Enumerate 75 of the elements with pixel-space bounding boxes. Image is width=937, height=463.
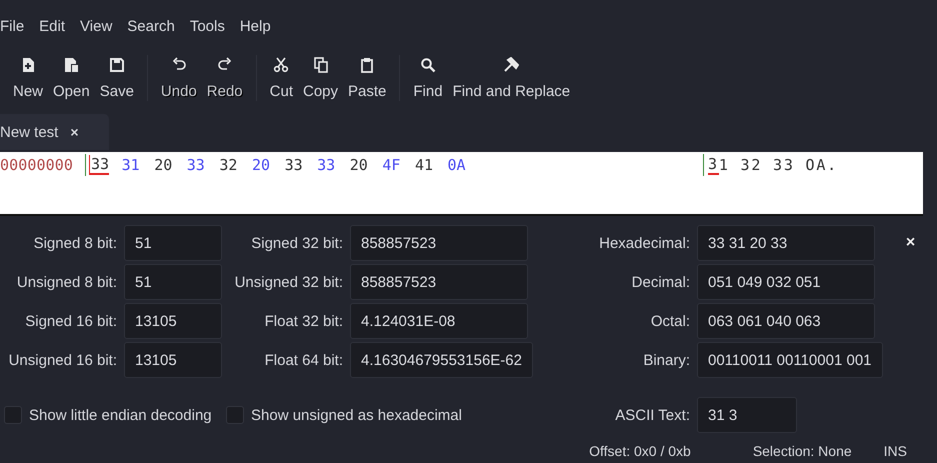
hex-byte[interactable]: 33 [317,156,336,174]
toolbar-button[interactable]: New [8,56,48,100]
checkbox[interactable] [4,406,22,424]
hex-byte[interactable]: 31 [122,156,140,174]
field-label: Signed 16 bit: [25,312,117,330]
field-label: Hexadecimal: [599,234,690,252]
offset-label: 00000000 [0,156,74,174]
toolbar-button[interactable]: Open [48,56,95,100]
document-tab[interactable]: New test × [0,114,109,150]
new-file-icon [20,56,36,72]
field-label: Unsigned 32 bit: [234,274,343,290]
toolbar-button[interactable]: Save [94,56,139,100]
hex-byte[interactable]: 20 [252,156,270,174]
value-field[interactable]: 13105 [124,303,222,339]
value-field[interactable]: 33 31 20 33 [697,225,875,261]
clipboard-icon [359,56,376,72]
hex-byte[interactable]: 20 [350,156,368,174]
value-field[interactable]: 4.124031E-08 [350,303,528,339]
hex-byte[interactable]: 20 [154,156,172,174]
hex-byte[interactable]: 0A [448,156,466,174]
hex-byte[interactable]: 32 [219,156,238,174]
toolbar-button[interactable]: Cut [264,56,298,100]
value-field[interactable]: 51 [124,225,222,261]
value-field[interactable]: 051 049 032 051 [697,264,875,300]
checkbox-label[interactable]: Show unsigned as hexadecimal [251,406,462,424]
hex-byte[interactable]: 33 [186,156,205,174]
menu-item[interactable]: Search [127,18,183,35]
toolbar-button[interactable]: Paste [343,56,392,100]
ascii-text: 1 32 33 OA. [718,156,838,174]
field-label: Binary: [643,352,690,368]
scissors-icon [273,56,290,72]
copy-icon [312,56,328,72]
open-file-icon [63,56,80,72]
field-label: Unsigned 8 bit: [16,274,117,290]
field-label: Signed 32 bit: [251,234,343,252]
field-label: Signed 8 bit: [34,234,117,252]
value-field[interactable]: 858857523 [350,225,528,261]
hex-byte[interactable]: 33 [89,155,110,175]
menu-item[interactable]: File [0,18,32,35]
field-label: Float 64 bit: [264,352,343,368]
field-label: ASCII Text: [615,406,690,424]
value-field[interactable]: 31 3 [697,397,797,433]
toolbar-button[interactable]: Copy [298,56,344,100]
field-label: Unsigned 16 bit: [8,352,117,368]
close-tab-button[interactable]: × [70,124,79,140]
menu-item[interactable]: View [80,18,120,35]
toolbar-button[interactable]: Find [408,56,448,100]
value-field[interactable]: 00110011 00110001 001 [697,342,882,378]
toolbar-button[interactable]: Find and Replace [448,56,576,100]
ascii-cursor-char[interactable]: 3 [708,155,719,175]
menu-item[interactable]: Tools [190,18,233,35]
checkbox[interactable] [226,406,244,424]
offset-status: Offset: 0x0 / 0xb [589,443,691,459]
value-field[interactable]: 4.16304679553156E-62 [350,342,533,378]
hex-byte[interactable]: 4F [382,156,400,174]
value-field[interactable]: 063 061 040 063 [697,303,875,339]
hex-byte[interactable]: 41 [414,156,433,174]
mode-status: INS [884,443,907,459]
redo-icon [216,56,233,72]
selection-status: Selection: None [752,443,852,459]
value-field[interactable]: 13105 [124,342,222,378]
menu-item[interactable]: Edit [39,18,74,35]
search-icon [420,56,436,72]
field-label: Decimal: [632,274,690,290]
field-label: Float 32 bit: [264,312,343,330]
menu-item[interactable]: Help [240,18,279,35]
hammer-icon [503,56,520,72]
field-label: Octal: [650,312,690,330]
close-button[interactable]: × [906,234,916,252]
value-field[interactable]: 858857523 [350,264,528,300]
checkbox-label[interactable]: Show little endian decoding [29,406,212,424]
save-icon [108,56,125,72]
undo-icon [170,56,187,72]
value-field[interactable]: 51 [124,264,222,300]
hex-byte[interactable]: 33 [284,156,303,174]
